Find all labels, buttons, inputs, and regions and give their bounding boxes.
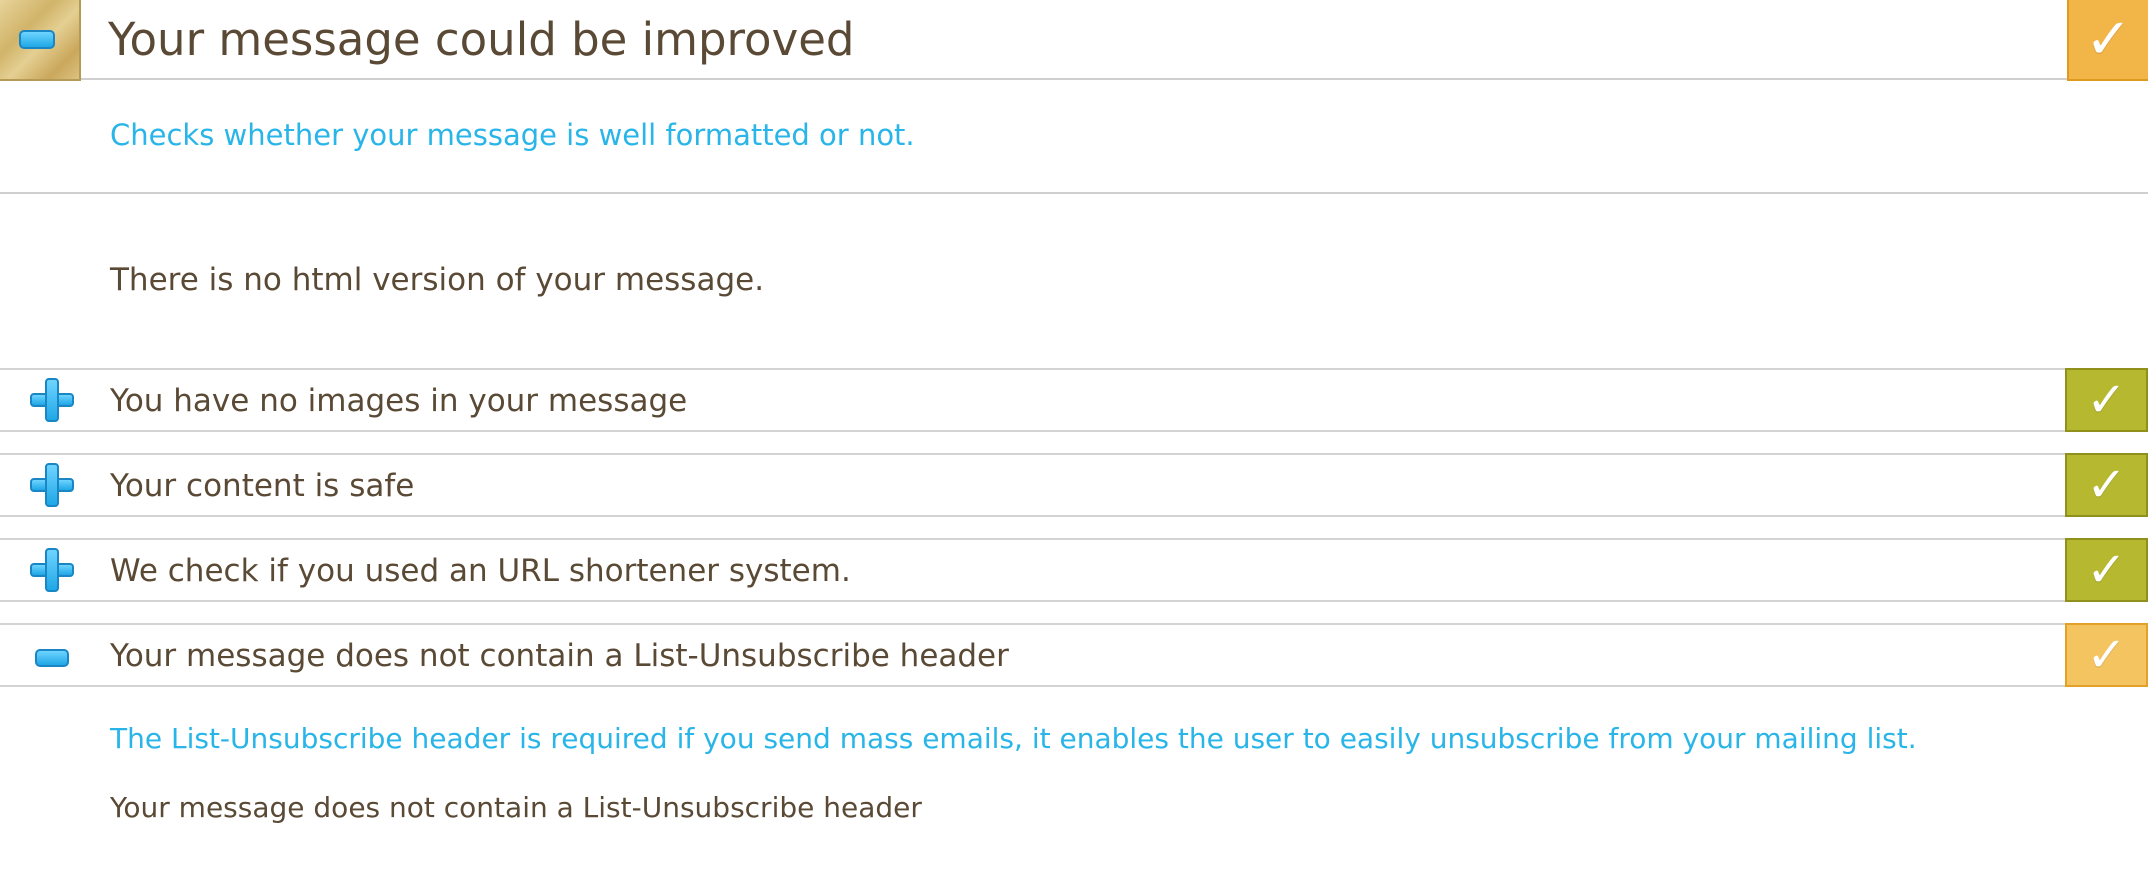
row-label: Your content is safe — [110, 468, 415, 504]
expanded-description: The List-Unsubscribe header is required … — [110, 722, 1917, 755]
check-icon: ✓ — [2086, 542, 2127, 598]
section-detail: There is no html version of your message… — [110, 262, 765, 298]
check-icon: ✓ — [2086, 457, 2127, 513]
section-collapse-button[interactable] — [0, 0, 81, 81]
check-icon: ✓ — [2086, 372, 2127, 428]
status-badge: ✓ — [2065, 368, 2148, 432]
plus-icon — [30, 548, 74, 592]
check-row-images[interactable]: You have no images in your message ✓ — [0, 368, 2148, 432]
section-title: Your message could be improved — [108, 13, 855, 66]
check-row-content-safe[interactable]: Your content is safe ✓ — [0, 453, 2148, 517]
status-badge: ✓ — [2065, 538, 2148, 602]
minus-icon — [35, 649, 69, 667]
check-icon: ✓ — [2086, 627, 2127, 683]
row-label: Your message does not contain a List-Uns… — [110, 638, 1009, 674]
minus-icon — [19, 30, 55, 49]
section-status-badge: ✓ — [2067, 0, 2148, 81]
expand-button[interactable] — [30, 378, 74, 422]
expand-button[interactable] — [30, 463, 74, 507]
plus-icon — [30, 463, 74, 507]
row-label: You have no images in your message — [110, 383, 688, 419]
expanded-detail: Your message does not contain a List-Uns… — [110, 791, 922, 824]
collapse-button[interactable] — [30, 633, 74, 677]
row-label: We check if you used an URL shortener sy… — [110, 553, 851, 589]
check-row-list-unsubscribe[interactable]: Your message does not contain a List-Uns… — [0, 623, 2148, 687]
check-icon: ✓ — [2085, 6, 2132, 72]
status-badge: ✓ — [2065, 623, 2148, 687]
plus-icon — [30, 378, 74, 422]
expand-button[interactable] — [30, 548, 74, 592]
section-description: Checks whether your message is well form… — [110, 118, 915, 152]
check-row-url-shortener[interactable]: We check if you used an URL shortener sy… — [0, 538, 2148, 602]
divider — [0, 192, 2148, 194]
status-badge: ✓ — [2065, 453, 2148, 517]
